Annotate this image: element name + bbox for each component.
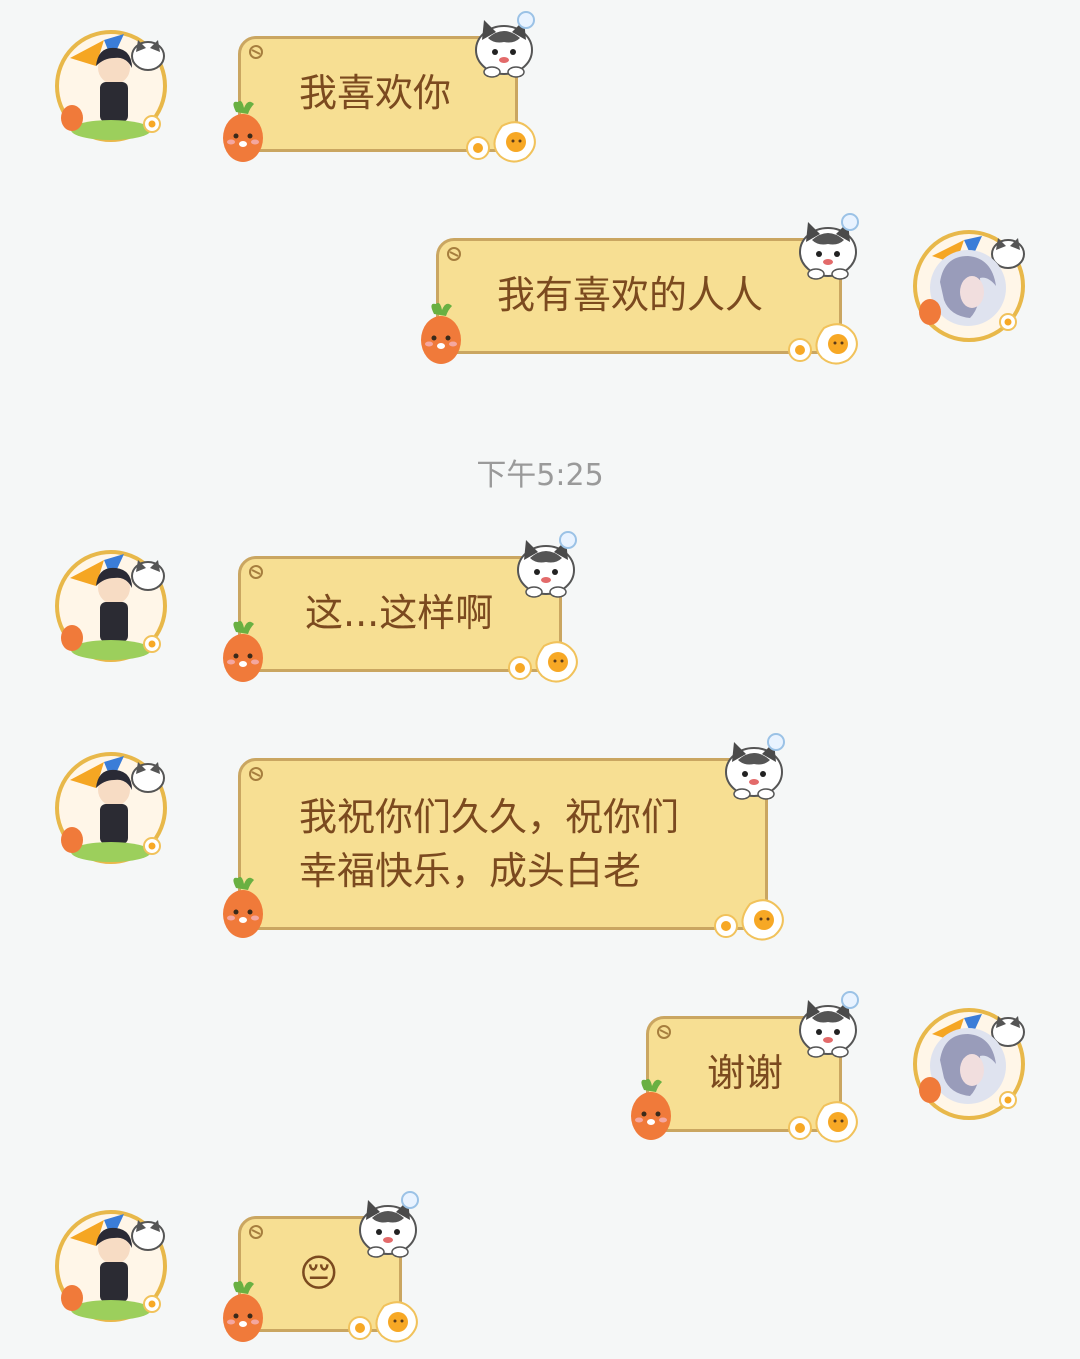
my-avatar[interactable] xyxy=(910,1004,1028,1122)
cat-icon xyxy=(718,732,790,800)
pin-icon xyxy=(249,565,263,579)
message-text: 这...这样啊 xyxy=(305,591,494,635)
contact-avatar[interactable] xyxy=(52,546,170,664)
pin-icon xyxy=(249,45,263,59)
cat-icon xyxy=(352,1190,424,1258)
contact-avatar[interactable] xyxy=(52,1206,170,1324)
pin-icon xyxy=(249,1225,263,1239)
carrot-icon xyxy=(218,98,268,164)
fried-egg-icon xyxy=(460,116,540,166)
message-text-line-2: 幸福快乐，成头白老 xyxy=(299,849,642,893)
my-avatar[interactable] xyxy=(910,226,1028,344)
cat-icon xyxy=(792,990,864,1058)
cat-icon xyxy=(792,212,864,280)
pensive-emoji: 😔 xyxy=(299,1251,339,1295)
cat-icon xyxy=(468,10,540,78)
carrot-icon xyxy=(416,300,466,366)
fried-egg-icon xyxy=(342,1296,422,1346)
message-text: 谢谢 xyxy=(707,1051,784,1095)
pin-icon xyxy=(249,767,263,781)
message-text: 我喜欢你 xyxy=(299,71,452,115)
pin-icon xyxy=(447,247,461,261)
cat-icon xyxy=(510,530,582,598)
pin-icon xyxy=(657,1025,671,1039)
chat-timestamp: 下午5:25 xyxy=(476,458,604,493)
message-text-line-1: 我祝你们久久，祝你们 xyxy=(299,795,680,839)
carrot-icon xyxy=(218,1278,268,1344)
message-bubble[interactable]: 我祝你们久久，祝你们 幸福快乐，成头白老 xyxy=(238,758,768,930)
fried-egg-icon xyxy=(782,318,862,368)
message-text: 我有喜欢的人人 xyxy=(497,273,764,317)
carrot-icon xyxy=(218,618,268,684)
fried-egg-icon xyxy=(502,636,582,686)
fried-egg-icon xyxy=(708,894,788,944)
contact-avatar[interactable] xyxy=(52,748,170,866)
fried-egg-icon xyxy=(782,1096,862,1146)
contact-avatar[interactable] xyxy=(52,26,170,144)
carrot-icon xyxy=(218,874,268,940)
carrot-icon xyxy=(626,1076,676,1142)
